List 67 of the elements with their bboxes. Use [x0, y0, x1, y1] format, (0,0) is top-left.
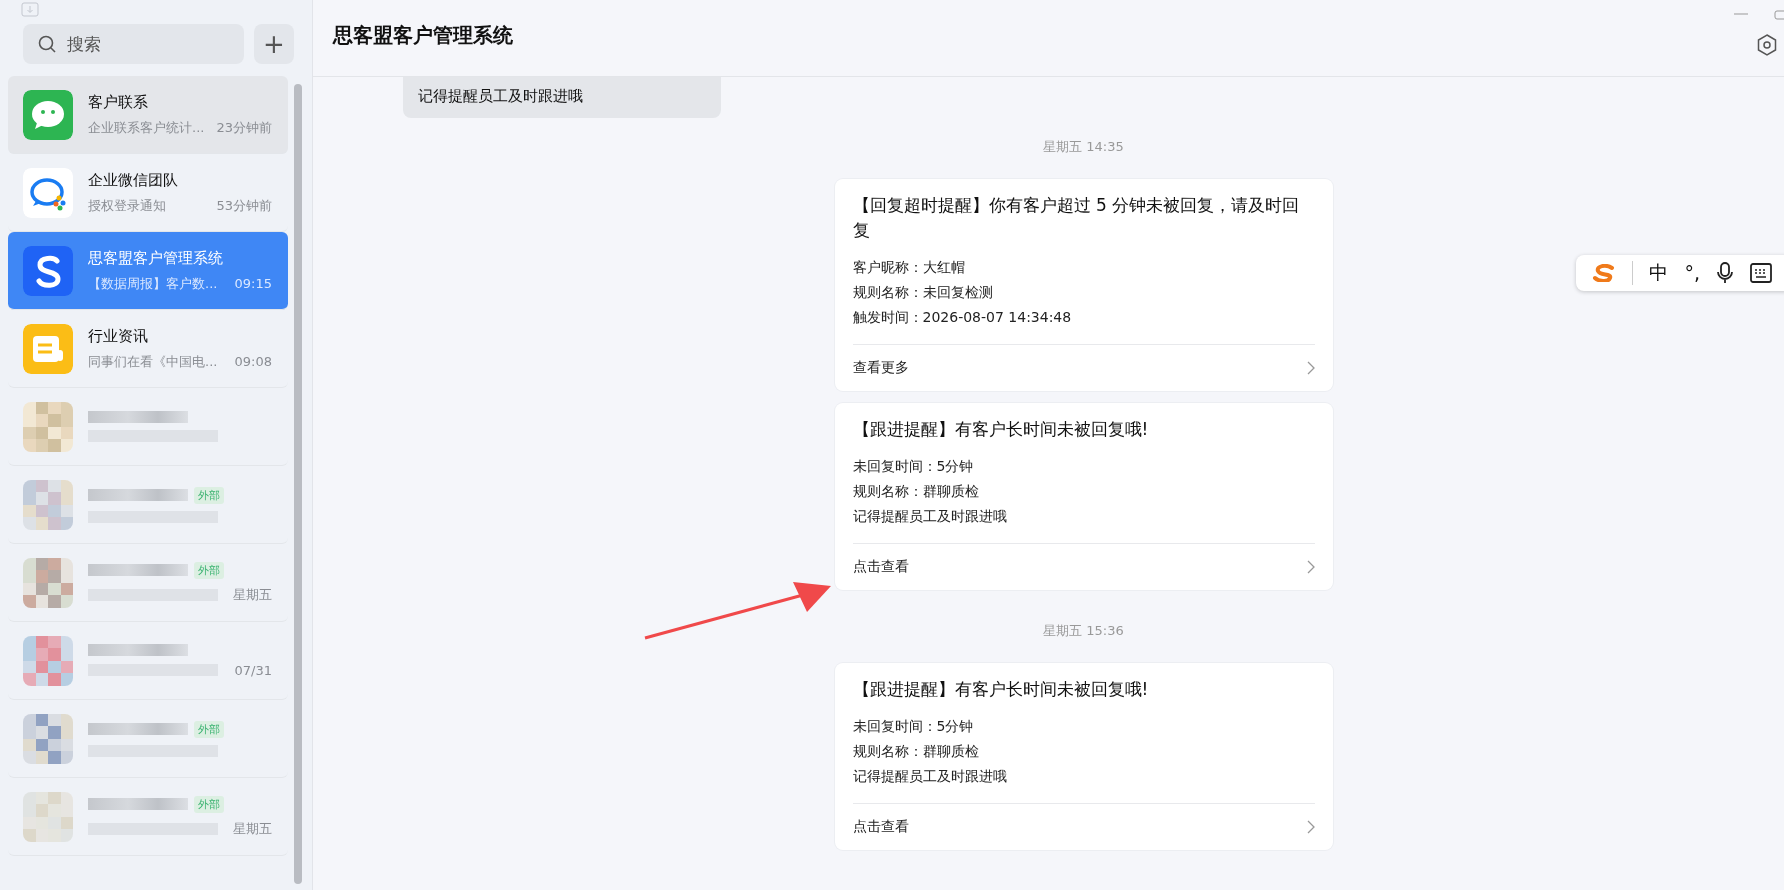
chat-item[interactable]: 行业资讯 同事们在看《中国电... 09:08: [8, 310, 288, 388]
card-link[interactable]: 点击查看: [852, 544, 1315, 590]
card-title: 【跟进提醒】有客户长时间未被回复哦!: [852, 418, 1150, 441]
chat-item[interactable]: 思客盟客户管理系统 【数据周报】客户数... 09:15: [8, 232, 288, 310]
avatar-placeholder: [23, 791, 73, 842]
chat-name: 行业资讯: [88, 326, 148, 346]
download-icon[interactable]: [20, 2, 40, 18]
card-title: 【回复超时提醒】你有客户超过 5 分钟未被回复，请及时回复: [852, 194, 1301, 242]
avatar-placeholder: [23, 557, 73, 608]
document-logo-icon: [23, 323, 73, 374]
restore-icon[interactable]: [1774, 8, 1784, 20]
chat-time: 23分钟前: [216, 118, 272, 137]
card-detail: 未回复时间：5分钟: [852, 717, 975, 736]
chat-time: 星期五: [233, 819, 272, 838]
card-detail: 规则名称：未回复检测: [852, 283, 994, 302]
chevron-right-icon: [1306, 560, 1315, 574]
punctuation-toggle[interactable]: °,: [1684, 262, 1700, 284]
search-field[interactable]: 搜索: [23, 24, 244, 64]
message-timestamp: 星期五 14:35: [1043, 138, 1124, 156]
external-tag: 外部: [194, 561, 224, 579]
card-detail: 记得提醒员工及时跟进哦: [852, 507, 1008, 526]
avatar-placeholder: [23, 479, 73, 530]
avatar-placeholder: [23, 713, 73, 764]
settings-icon[interactable]: [1756, 33, 1778, 57]
input-mode-toggle[interactable]: 中: [1649, 260, 1669, 286]
chevron-right-icon: [1306, 820, 1315, 834]
chat-item[interactable]: 客户联系 企业联系客户统计... 23分钟前: [8, 76, 288, 154]
external-tag: 外部: [194, 795, 224, 813]
chat-time: 53分钟前: [216, 196, 272, 215]
message-bubble: 记得提醒员工及时跟进哦: [403, 77, 721, 118]
message-timestamp: 星期五 15:36: [1043, 622, 1124, 640]
card-link[interactable]: 点击查看: [852, 804, 1315, 850]
external-tag: 外部: [194, 486, 224, 504]
chat-bubble-logo-icon: [23, 89, 73, 140]
chat-time: 星期五: [233, 585, 272, 604]
card-link[interactable]: 查看更多: [852, 345, 1315, 391]
keyboard-icon[interactable]: [1750, 263, 1772, 283]
app-logo-icon: [23, 245, 73, 296]
card-detail: 规则名称：群聊质检: [852, 742, 980, 761]
avatar-placeholder: [23, 635, 73, 686]
chat-item[interactable]: 企业微信团队 授权登录通知 53分钟前: [8, 154, 288, 232]
minimize-icon[interactable]: [1734, 12, 1748, 16]
chat-time: 09:08: [234, 354, 272, 369]
external-tag: 外部: [194, 720, 224, 738]
ime-logo-icon[interactable]: [1592, 264, 1617, 282]
avatar-placeholder: [23, 401, 73, 452]
add-button[interactable]: +: [254, 24, 294, 64]
chat-bubble-logo-icon: [23, 167, 73, 218]
microphone-icon[interactable]: [1716, 262, 1734, 284]
card-detail: 记得提醒员工及时跟进哦: [852, 767, 1008, 786]
card-title: 【跟进提醒】有客户长时间未被回复哦!: [852, 678, 1150, 701]
chevron-right-icon: [1306, 361, 1315, 375]
chat-preview: 授权登录通知: [88, 196, 166, 215]
card-detail: 未回复时间：5分钟: [852, 457, 975, 476]
chat-time: 07/31: [234, 662, 272, 678]
chat-name: 客户联系: [88, 92, 148, 112]
chat-preview: 同事们在看《中国电...: [88, 352, 218, 371]
card-detail: 规则名称：群聊质检: [852, 482, 980, 501]
chat-title: 思客盟客户管理系统: [333, 21, 513, 49]
card-detail: 触发时间：2026-08-07 14:34:48: [852, 308, 1073, 327]
chat-preview: 企业联系客户统计...: [88, 118, 205, 137]
chat-name: 企业微信团队: [88, 170, 178, 190]
scrollbar[interactable]: [294, 84, 302, 884]
chat-name: 思客盟客户管理系统: [88, 248, 223, 268]
card-detail: 客户昵称：大红帽: [852, 258, 966, 277]
chat-time: 09:15: [234, 276, 272, 291]
chat-preview: 【数据周报】客户数...: [88, 274, 218, 293]
